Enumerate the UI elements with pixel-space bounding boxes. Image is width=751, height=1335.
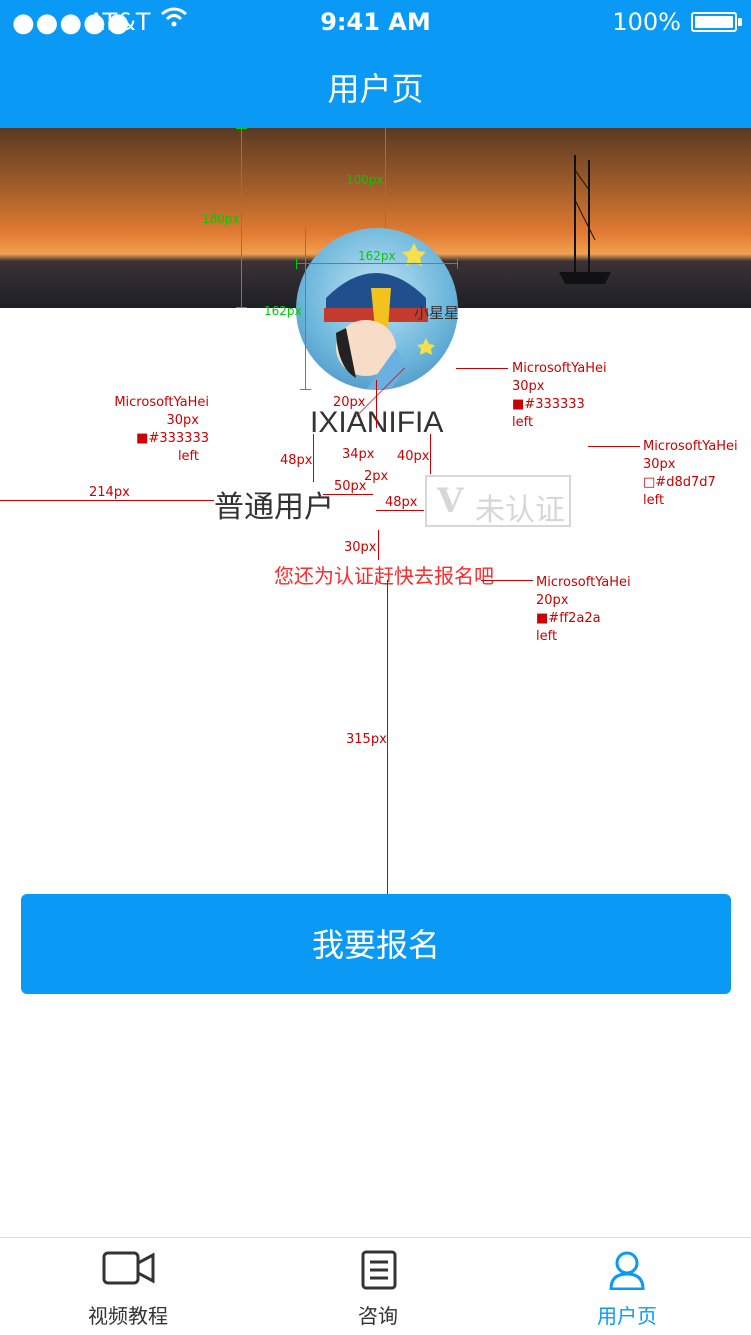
tab-label: 咨询 [358, 1304, 398, 1328]
annotation-username-spec: MicrosoftYaHei 30px ■#333333 left [512, 361, 607, 430]
signup-button[interactable]: 我要报名 [21, 894, 731, 994]
signup-button-label: 我要报名 [311, 927, 440, 963]
annotation-gap-34: 34px [342, 447, 375, 462]
annotation-badge-spec: MicrosoftYaHei 30px □#d8d7d7 left [643, 439, 738, 508]
annotation-gap-20: 20px [333, 395, 366, 410]
video-camera-icon [3, 1250, 253, 1290]
annotation-gap-2: 2px [364, 469, 389, 484]
annotation-banner-height: 180px [202, 212, 240, 226]
verify-v-icon: V [437, 481, 464, 521]
battery-icon [691, 12, 737, 32]
annotation-gap-48a: 48px [280, 453, 313, 468]
tab-label: 用户页 [597, 1304, 657, 1328]
annotation-gap-40: 40px [397, 449, 430, 464]
tab-user-page[interactable]: 用户页 [502, 1238, 751, 1335]
page-title: 用户页 [327, 70, 424, 108]
annotation-gap-214: 214px [89, 485, 130, 500]
annotation-gap-50: 50px [334, 479, 367, 494]
annotation-gap-48b: 48px [385, 495, 418, 510]
tab-bar: 视频教程 咨询 用户页 [0, 1237, 751, 1335]
avatar-watermark: 小星星 [414, 304, 460, 322]
tab-video-tutorials[interactable]: 视频教程 [3, 1238, 253, 1335]
verify-notice: 您还为认证赶快去报名吧 [274, 564, 494, 588]
user-icon [502, 1250, 751, 1291]
verification-badge[interactable]: V 未认证 [425, 475, 571, 528]
nav-bar: 用户页 [0, 40, 751, 128]
annotation-notice-spec: MicrosoftYaHei 20px ■#ff2a2a left [536, 575, 631, 644]
tab-label: 视频教程 [88, 1304, 168, 1328]
sailboat-icon [559, 155, 611, 284]
annotation-gap-315: 315px [346, 732, 387, 747]
battery-tip [738, 18, 742, 26]
battery-label: 100% [612, 8, 681, 36]
verification-status: 未认证 [475, 493, 565, 528]
annotation-avatar-width: 162px [358, 249, 396, 263]
annotation-usertype-spec: MicrosoftYaHei 30px ■#333333 left [114, 395, 209, 464]
tab-consult[interactable]: 咨询 [253, 1238, 503, 1335]
user-type: 普通用户 [214, 490, 334, 525]
annotation-avatar-height: 162px [264, 304, 302, 318]
annotation-gap-30: 30px [344, 540, 377, 555]
document-list-icon [253, 1250, 503, 1290]
status-bar: ●●●●● AT&T 9:41 AM 100% [0, 0, 751, 40]
annotation-avatar-offset: 100px [346, 173, 384, 187]
